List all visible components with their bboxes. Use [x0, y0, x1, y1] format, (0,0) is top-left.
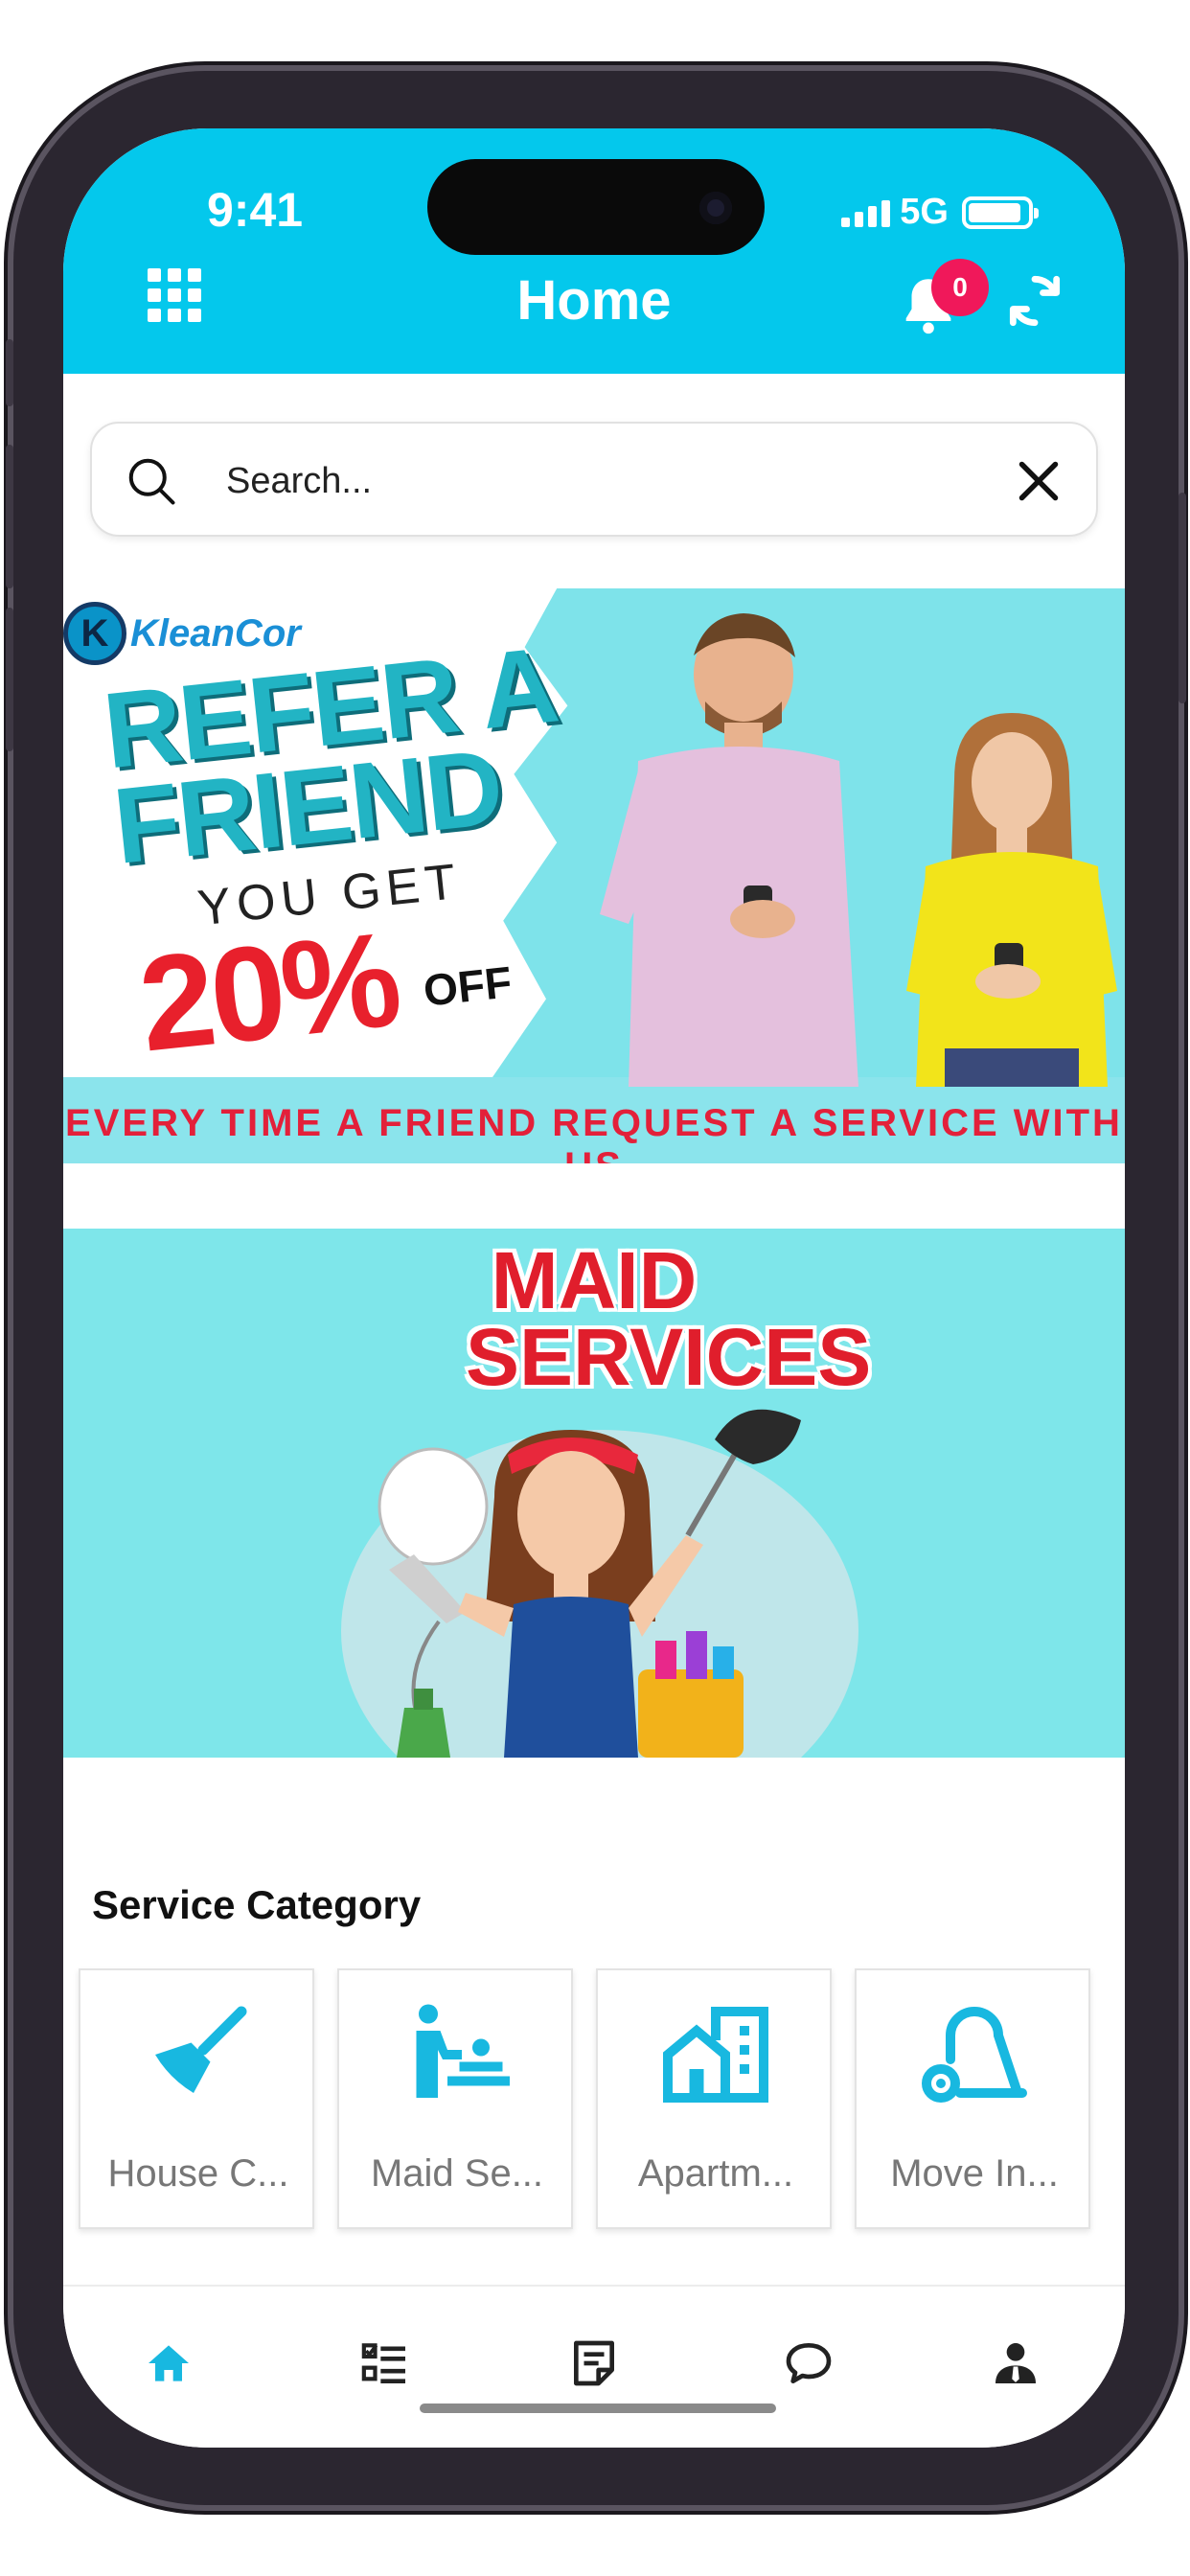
category-label: Maid Se... — [370, 2152, 544, 2195]
sync-icon[interactable] — [1002, 268, 1067, 334]
refer-friend-banner[interactable]: K KleanCor REFER A FRIEND YOU GET 20% OF… — [63, 588, 1125, 1163]
notification-badge: 0 — [931, 259, 989, 316]
section-title: Service Category — [92, 1882, 422, 1927]
category-label: House C... — [107, 2152, 289, 2195]
chat-icon[interactable] — [782, 2336, 835, 2390]
category-maid-services[interactable]: Maid Se... — [337, 1968, 573, 2229]
volume-up-button — [6, 445, 13, 588]
man-illustration — [600, 613, 858, 1087]
category-move-in[interactable]: Move In... — [855, 1968, 1090, 2229]
woman-illustration — [906, 713, 1117, 1087]
battery-icon — [962, 196, 1039, 229]
home-icon[interactable] — [142, 2336, 195, 2390]
app-screen: 9:41 5G Home 0 Search... K KleanCor REFE… — [63, 128, 1125, 2448]
category-apartment[interactable]: Apartm... — [596, 1968, 832, 2229]
refer-footer-text: EVERY TIME A FRIEND REQUEST A SERVICE WI… — [65, 1102, 1123, 1163]
baby-changing-icon — [416, 2004, 510, 2098]
maid-illustration — [378, 1409, 801, 1758]
status-time: 9:41 — [207, 183, 304, 237]
camera-icon — [699, 192, 732, 224]
power-button — [1179, 493, 1186, 703]
discount-off-label: OFF — [421, 956, 515, 1016]
category-label: Move In... — [890, 2152, 1059, 2195]
apartment-icon — [663, 2007, 768, 2103]
app-header: 9:41 5G Home 0 — [63, 128, 1125, 374]
search-icon — [128, 458, 175, 505]
volume-down-button — [6, 608, 13, 751]
dynamic-island — [427, 159, 765, 255]
close-icon[interactable] — [1010, 452, 1067, 510]
brand-logo-mark: K — [63, 602, 126, 665]
vacuum-icon — [922, 2007, 1027, 2103]
signal-icon — [841, 198, 891, 227]
search-input[interactable] — [226, 448, 973, 514]
status-indicators: 5G — [841, 192, 1039, 233]
broom-icon — [155, 2006, 247, 2093]
bottom-navigation — [63, 2285, 1125, 2448]
search-bar — [90, 422, 1098, 537]
silent-switch — [6, 339, 13, 406]
category-house-cleaning[interactable]: House C... — [79, 1968, 314, 2229]
checklist-icon[interactable] — [358, 2336, 412, 2390]
category-label: Apartm... — [637, 2152, 794, 2195]
maid-services-banner[interactable]: MAID SERVICES — [63, 1229, 1125, 1758]
note-icon[interactable] — [567, 2336, 621, 2390]
brand-name: KleanCor — [130, 611, 301, 655]
network-label: 5G — [900, 192, 949, 232]
home-indicator[interactable] — [420, 2404, 776, 2413]
discount-value: 20% — [132, 903, 404, 1080]
profile-icon[interactable] — [989, 2336, 1042, 2390]
maid-services-title: MAID SERVICES — [466, 1235, 872, 1402]
